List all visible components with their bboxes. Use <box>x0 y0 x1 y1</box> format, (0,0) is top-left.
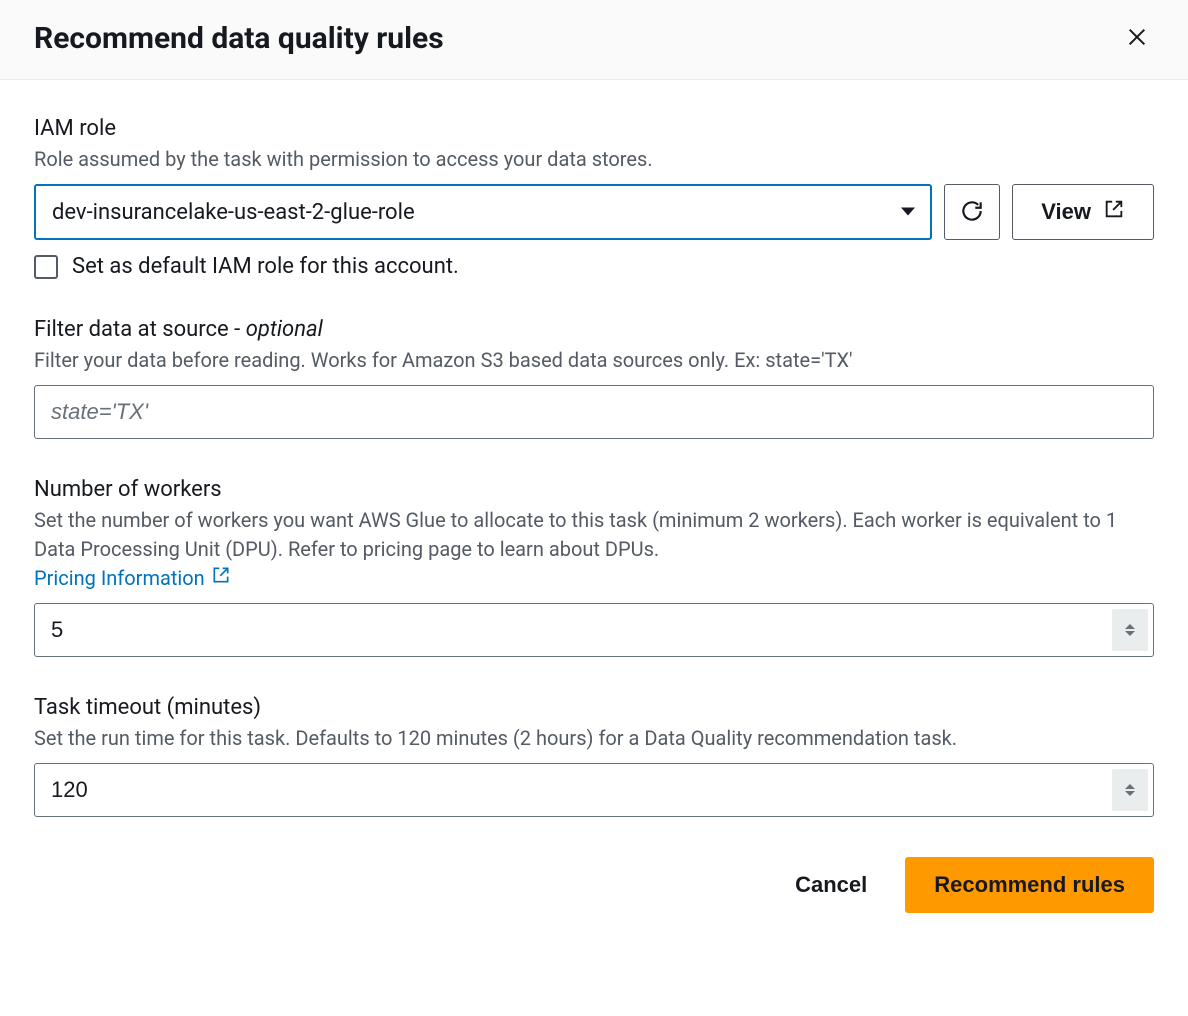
timeout-input-wrapper <box>34 763 1154 817</box>
filter-label: Filter data at source - optional <box>34 317 1154 342</box>
default-role-checkbox-label: Set as default IAM role for this account… <box>72 254 459 279</box>
recommend-rules-dialog: Recommend data quality rules IAM role Ro… <box>0 0 1188 943</box>
workers-input[interactable] <box>34 603 1154 657</box>
filter-label-main: Filter data at source - <box>34 317 246 342</box>
filter-input[interactable] <box>34 385 1154 439</box>
timeout-label: Task timeout (minutes) <box>34 695 1154 720</box>
pricing-link[interactable]: Pricing Information <box>34 564 231 593</box>
timeout-help: Set the run time for this task. Defaults… <box>34 724 1154 753</box>
pricing-link-text: Pricing Information <box>34 564 205 593</box>
default-role-checkbox[interactable] <box>34 255 58 279</box>
workers-help: Set the number of workers you want AWS G… <box>34 506 1154 593</box>
iam-role-field: IAM role Role assumed by the task with p… <box>34 116 1154 279</box>
refresh-button[interactable] <box>944 184 1000 240</box>
close-icon <box>1126 26 1148 51</box>
filter-field: Filter data at source - optional Filter … <box>34 317 1154 439</box>
iam-role-select[interactable]: dev-insurancelake-us-east-2-glue-role <box>34 184 932 240</box>
refresh-icon <box>959 198 985 227</box>
timeout-stepper[interactable] <box>1112 769 1148 811</box>
external-link-icon <box>211 564 231 593</box>
dialog-title: Recommend data quality rules <box>34 21 444 56</box>
external-link-icon <box>1103 198 1125 226</box>
iam-role-select-wrapper: dev-insurancelake-us-east-2-glue-role <box>34 184 932 240</box>
timeout-field: Task timeout (minutes) Set the run time … <box>34 695 1154 817</box>
view-button[interactable]: View <box>1012 184 1154 240</box>
iam-role-row: dev-insurancelake-us-east-2-glue-role Vi… <box>34 184 1154 240</box>
view-button-label: View <box>1041 199 1091 225</box>
close-button[interactable] <box>1120 20 1154 57</box>
dialog-footer: Cancel Recommend rules <box>0 851 1188 943</box>
filter-help: Filter your data before reading. Works f… <box>34 346 1154 375</box>
workers-stepper[interactable] <box>1112 609 1148 651</box>
workers-label: Number of workers <box>34 477 1154 502</box>
workers-input-wrapper <box>34 603 1154 657</box>
iam-role-value: dev-insurancelake-us-east-2-glue-role <box>52 200 415 225</box>
filter-label-optional: optional <box>246 317 323 342</box>
iam-role-label: IAM role <box>34 116 1154 141</box>
dialog-header: Recommend data quality rules <box>0 0 1188 80</box>
timeout-input[interactable] <box>34 763 1154 817</box>
workers-help-text: Set the number of workers you want AWS G… <box>34 508 1117 561</box>
default-role-checkbox-row: Set as default IAM role for this account… <box>34 254 1154 279</box>
workers-field: Number of workers Set the number of work… <box>34 477 1154 657</box>
cancel-button[interactable]: Cancel <box>777 860 885 910</box>
dialog-body: IAM role Role assumed by the task with p… <box>0 80 1188 851</box>
iam-role-help: Role assumed by the task with permission… <box>34 145 1154 174</box>
recommend-rules-button[interactable]: Recommend rules <box>905 857 1154 913</box>
